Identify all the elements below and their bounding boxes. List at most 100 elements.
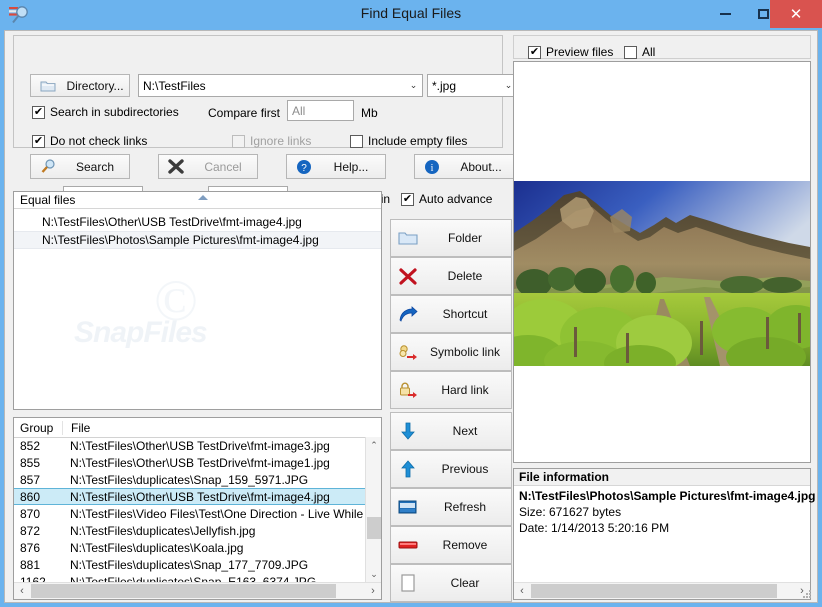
arrow-down-icon xyxy=(391,422,425,440)
search-options-panel: Directory... N:\TestFiles ⌄ *.jpg ⌄ ✔ Se… xyxy=(13,35,518,179)
cell-file: N:\TestFiles\duplicates\Koala.jpg xyxy=(70,540,244,555)
next-button-label: Next xyxy=(452,424,478,438)
minimize-button[interactable] xyxy=(706,0,744,28)
file-information-header: File information xyxy=(514,469,810,486)
red-bar-icon xyxy=(391,539,425,551)
previous-button[interactable]: Previous xyxy=(390,450,512,488)
compare-first-unit-label: Mb xyxy=(361,106,378,120)
compare-first-input[interactable]: All xyxy=(287,100,354,121)
resize-grip-icon[interactable] xyxy=(800,587,812,599)
file-path-text: N:\TestFiles\Photos\Sample Pictures\fmt-… xyxy=(519,489,816,503)
delete-button[interactable]: Delete xyxy=(390,257,512,295)
table-row[interactable]: 855 N:\TestFiles\Other\USB TestDrive\fmt… xyxy=(14,454,365,471)
status-row: Total 1301 Current 861 ✔ Recycle bin ✔ A… xyxy=(13,152,503,207)
search-subdirectories-checkbox[interactable]: ✔ Search in subdirectories xyxy=(32,105,179,119)
minimize-icon xyxy=(719,13,731,15)
scrollbar-thumb[interactable] xyxy=(531,584,777,598)
close-icon: ✕ xyxy=(789,6,803,23)
do-not-check-links-checkbox[interactable]: ✔ Do not check links xyxy=(32,134,147,148)
hard-link-button[interactable]: Hard link xyxy=(390,371,512,409)
checkbox-mark: ✔ xyxy=(528,45,541,59)
checkbox-mark: ✔ xyxy=(32,134,45,148)
blank-page-icon xyxy=(391,574,425,592)
directory-button[interactable]: Directory... xyxy=(30,74,130,97)
image-preview-panel[interactable] xyxy=(513,61,811,463)
all-checkbox[interactable]: All xyxy=(624,45,655,59)
checkbox-mark xyxy=(232,134,245,148)
preview-files-label: Preview files xyxy=(546,45,614,59)
column-header-group[interactable]: Group xyxy=(14,421,62,435)
equal-file-path: N:\TestFiles\Other\USB TestDrive\fmt-ima… xyxy=(42,215,302,229)
cell-group: 855 xyxy=(20,455,41,470)
table-row[interactable]: 872 N:\TestFiles\duplicates\Jellyfish.jp… xyxy=(14,522,365,539)
remove-button[interactable]: Remove xyxy=(390,526,512,564)
file-information-horizontal-scrollbar[interactable]: ‹ › xyxy=(514,582,810,599)
copyright-icon: © xyxy=(154,268,199,333)
watermark-text: SnapFiles xyxy=(74,316,208,349)
shortcut-button-label: Shortcut xyxy=(442,307,488,321)
table-header: Group File xyxy=(14,418,381,438)
refresh-button[interactable]: Refresh xyxy=(390,488,512,526)
ignore-links-checkbox: Ignore links xyxy=(232,134,311,148)
table-row[interactable]: 1162 N:\TestFiles\duplicates\Snap_E163_6… xyxy=(14,573,365,583)
column-header-file[interactable]: File xyxy=(62,420,381,435)
close-button[interactable]: ✕ xyxy=(770,0,822,28)
symbolic-link-button-label: Symbolic link xyxy=(429,345,501,359)
table-row[interactable]: 876 N:\TestFiles\duplicates\Koala.jpg xyxy=(14,539,365,556)
arrow-up-icon xyxy=(391,460,425,478)
equal-files-header-label: Equal files xyxy=(20,193,76,207)
cell-group: 852 xyxy=(20,438,41,453)
red-x-icon xyxy=(391,267,425,285)
cell-file: N:\TestFiles\Other\USB TestDrive\fmt-ima… xyxy=(70,489,330,504)
preview-files-checkbox[interactable]: ✔ Preview files xyxy=(528,45,613,59)
table-row[interactable]: 881 N:\TestFiles\duplicates\Snap_177_770… xyxy=(14,556,365,573)
equal-files-list[interactable]: Equal files N:\TestFiles\Other\USB TestD… xyxy=(13,191,382,410)
scroll-up-icon[interactable]: ⌃ xyxy=(366,437,382,453)
cell-group: 1162 xyxy=(20,574,46,583)
checkbox-mark xyxy=(624,45,637,59)
auto-advance-label: Auto advance xyxy=(419,192,493,206)
cell-group: 872 xyxy=(20,523,41,538)
table-row[interactable]: 852 N:\TestFiles\Other\USB TestDrive\fmt… xyxy=(14,437,365,454)
file-information-header-label: File information xyxy=(519,470,609,484)
file-size-text: Size: 671627 bytes xyxy=(519,505,622,519)
cell-group: 876 xyxy=(20,540,41,555)
clear-button[interactable]: Clear xyxy=(390,564,512,602)
symlink-icon xyxy=(391,344,425,361)
scrollbar-thumb[interactable] xyxy=(367,517,381,539)
file-mask-combo[interactable]: *.jpg ⌄ xyxy=(427,74,518,97)
scrollbar-thumb[interactable] xyxy=(31,584,336,598)
symbolic-link-button[interactable]: Symbolic link xyxy=(390,333,512,371)
previous-button-label: Previous xyxy=(441,462,489,476)
shortcut-button[interactable]: Shortcut xyxy=(390,295,512,333)
next-button[interactable]: Next xyxy=(390,412,512,450)
table-row-selected[interactable]: 860 N:\TestFiles\Other\USB TestDrive\fmt… xyxy=(14,488,365,505)
folder-button-label: Folder xyxy=(447,231,482,245)
client-area: Directory... N:\TestFiles ⌄ *.jpg ⌄ ✔ Se… xyxy=(4,30,818,603)
all-label: All xyxy=(642,45,656,59)
table-vertical-scrollbar[interactable]: ⌃ ⌄ xyxy=(365,437,381,582)
list-item[interactable]: N:\TestFiles\Photos\Sample Pictures\fmt-… xyxy=(14,231,381,249)
directory-path-combo[interactable]: N:\TestFiles ⌄ xyxy=(138,74,423,97)
hardlink-lock-icon xyxy=(391,382,425,399)
table-horizontal-scrollbar[interactable]: ‹ › xyxy=(14,582,381,599)
auto-advance-checkbox[interactable]: ✔ Auto advance xyxy=(401,192,492,206)
scroll-left-icon[interactable]: ‹ xyxy=(14,583,30,599)
cell-file: N:\TestFiles\duplicates\Snap_177_7709.JP… xyxy=(70,557,309,572)
list-item[interactable]: N:\TestFiles\Other\USB TestDrive\fmt-ima… xyxy=(14,213,381,231)
cell-file: N:\TestFiles\Video Files\Test\One Direct… xyxy=(70,506,365,521)
table-row[interactable]: 857 N:\TestFiles\duplicates\Snap_159_597… xyxy=(14,471,365,488)
cell-group: 881 xyxy=(20,557,41,572)
checkbox-mark xyxy=(350,134,363,148)
scroll-right-icon[interactable]: › xyxy=(365,583,381,599)
sort-ascending-icon[interactable] xyxy=(198,195,208,200)
include-empty-files-checkbox[interactable]: Include empty files xyxy=(350,134,467,148)
hard-link-button-label: Hard link xyxy=(441,383,489,397)
table-row[interactable]: 870 N:\TestFiles\Video Files\Test\One Di… xyxy=(14,505,365,522)
scroll-left-icon[interactable]: ‹ xyxy=(514,583,530,599)
group-file-table[interactable]: Group File 852 N:\TestFiles\Other\USB Te… xyxy=(13,417,382,600)
cell-group: 860 xyxy=(20,489,41,504)
scroll-down-icon[interactable]: ⌄ xyxy=(366,566,382,582)
chevron-down-icon[interactable]: ⌄ xyxy=(405,75,422,96)
folder-button[interactable]: Folder xyxy=(390,219,512,257)
